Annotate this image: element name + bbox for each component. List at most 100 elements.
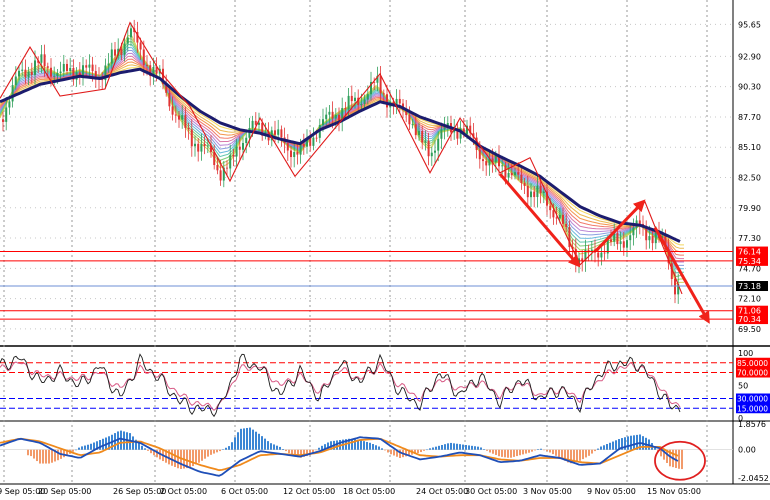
candle-body — [328, 111, 331, 115]
macd-histogram-bar — [387, 449, 389, 453]
macd-histogram-bar — [195, 449, 197, 465]
candle-body — [597, 252, 600, 258]
candle-body — [350, 95, 353, 102]
macd-histogram-bar — [678, 449, 680, 469]
candle-body — [514, 172, 516, 176]
candle-body — [315, 137, 318, 139]
candle-body — [632, 227, 635, 236]
x-tick-label: 24 Oct 05:00 — [416, 487, 468, 496]
candle-body — [395, 98, 398, 105]
macd-histogram-bar — [480, 447, 482, 450]
macd-histogram-bar — [468, 445, 470, 450]
candle-body — [14, 76, 17, 86]
macd-histogram-bar — [627, 436, 629, 450]
candle-body — [360, 103, 363, 106]
macd-histogram-bar — [441, 444, 443, 450]
macd-histogram-bar — [384, 449, 386, 451]
candle-body — [107, 63, 110, 66]
macd-histogram-bar — [435, 446, 437, 450]
candle-body — [203, 143, 206, 146]
candle-body — [530, 191, 532, 198]
macd-histogram-bar — [249, 427, 251, 450]
candle-body — [59, 71, 62, 73]
candle-body — [142, 49, 145, 66]
y-tick-label: 85.10 — [738, 143, 761, 152]
candle-body — [440, 129, 443, 139]
candle-body — [226, 167, 228, 169]
candle-body — [194, 143, 196, 147]
macd-histogram-bar — [147, 449, 149, 451]
stoch-level-label: 85.0000 — [737, 359, 768, 368]
macd-histogram-bar — [267, 441, 269, 450]
macd-histogram-bar — [381, 448, 383, 450]
candle-body — [290, 150, 292, 158]
candle-body — [110, 49, 113, 64]
y-tick-label: 87.70 — [738, 113, 761, 122]
candle-body — [562, 214, 564, 224]
macd-histogram-bar — [507, 449, 509, 458]
candle-body — [216, 165, 219, 171]
candle-body — [238, 146, 241, 150]
candle-body — [50, 67, 52, 77]
candle-body — [542, 191, 545, 194]
macd-histogram-bar — [204, 449, 206, 459]
macd-histogram-bar — [174, 449, 176, 467]
candle-body — [200, 143, 203, 152]
candle-body — [651, 236, 654, 244]
macd-histogram-bar — [39, 449, 41, 464]
stoch-level-label: 70.0000 — [737, 369, 768, 378]
macd-histogram-bar — [30, 449, 32, 457]
candle-body — [178, 115, 180, 120]
macd-histogram-bar — [102, 438, 104, 450]
macd-histogram-bar — [144, 448, 146, 450]
macd-tick-label: 0.00 — [738, 446, 756, 455]
candle-body — [600, 252, 603, 258]
price-tag-label: 70.34 — [738, 315, 761, 324]
candle-body — [674, 279, 676, 295]
candle-body — [587, 249, 590, 251]
candle-body — [251, 120, 254, 129]
macd-histogram-bar — [606, 444, 608, 450]
macd-histogram-bar — [231, 442, 233, 450]
macd-histogram-bar — [597, 448, 599, 450]
y-tick-label: 69.50 — [738, 325, 761, 334]
macd-histogram-bar — [603, 445, 605, 450]
candle-body — [46, 66, 49, 68]
macd-histogram-bar — [600, 446, 602, 450]
macd-histogram-bar — [525, 449, 527, 454]
candle-body — [206, 145, 209, 147]
x-tick-label: 9 Nov 05:00 — [587, 487, 636, 496]
macd-histogram-bar — [273, 444, 275, 450]
candle-body — [549, 205, 552, 211]
macd-histogram-bar — [681, 449, 683, 470]
candle-body — [526, 185, 529, 198]
macd-histogram-bar — [537, 449, 539, 450]
macd-histogram-bar — [372, 444, 374, 450]
y-tick-label: 92.90 — [738, 52, 761, 61]
macd-histogram-bar — [495, 449, 497, 455]
macd-histogram-bar — [582, 449, 584, 460]
candle-body — [379, 75, 382, 94]
candle-body — [603, 252, 606, 254]
macd-histogram-bar — [138, 443, 140, 450]
macd-histogram-bar — [438, 445, 440, 450]
macd-histogram-bar — [51, 449, 53, 463]
macd-histogram-bar — [288, 449, 290, 454]
y-tick-label: 95.65 — [738, 20, 761, 29]
macd-histogram-bar — [318, 447, 320, 450]
y-tick-label: 77.30 — [738, 234, 761, 243]
macd-histogram-bar — [285, 449, 287, 452]
macd-histogram-bar — [189, 449, 191, 468]
macd-histogram-bar — [222, 449, 224, 450]
macd-histogram-bar — [123, 431, 125, 450]
candle-body — [312, 137, 315, 146]
macd-histogram-bar — [132, 436, 134, 450]
macd-histogram-bar — [426, 449, 428, 451]
candle-body — [501, 165, 504, 167]
macd-histogram-bar — [594, 449, 596, 452]
macd-histogram-bar — [219, 449, 221, 452]
candle-body — [629, 235, 632, 241]
candle-body — [539, 185, 542, 194]
macd-histogram-bar — [453, 443, 455, 450]
macd-histogram-bar — [48, 449, 50, 464]
